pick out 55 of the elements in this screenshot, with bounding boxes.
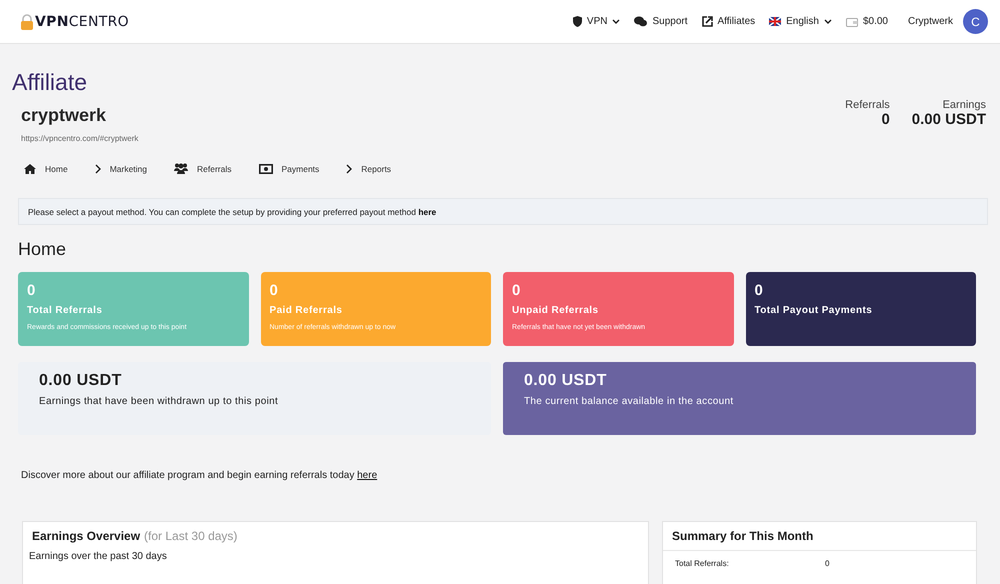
tab[interactable]: Reports bbox=[346, 163, 392, 174]
discover-link[interactable]: here bbox=[357, 470, 378, 481]
panel-title: Summary for This Month bbox=[672, 529, 814, 543]
card-title: Total Referrals bbox=[27, 305, 104, 316]
stat-label: Referrals bbox=[845, 99, 890, 111]
stat-value: 0 bbox=[880, 111, 890, 128]
panel-subtitle: (for Last 30 days) bbox=[144, 529, 238, 543]
discover-text: Discover more about our affiliate program and begin earning referrals today here bbox=[21, 470, 378, 481]
panel-title: Earnings Overview bbox=[32, 529, 140, 543]
card-value: 0 bbox=[27, 282, 36, 299]
card-value: 0 bbox=[754, 282, 764, 299]
balance-value: 0.00 USDT bbox=[39, 372, 123, 390]
profile-url: https://vpncentro.com/#cryptwerk bbox=[21, 134, 138, 143]
nav-link[interactable]: VPN bbox=[572, 16, 620, 27]
summary-value: 0 bbox=[825, 559, 830, 568]
notice-text: Please select a payout method. You can complete the setup by providing your preferred payout method here bbox=[28, 206, 436, 216]
tab[interactable]: Payments bbox=[258, 163, 320, 174]
nav-link[interactable]: Affiliates bbox=[702, 16, 756, 27]
card-title: Unpaid Referrals bbox=[512, 305, 600, 316]
shield-icon bbox=[572, 16, 582, 27]
chevron-icon bbox=[346, 164, 352, 174]
balance-note: The current balance available in the account bbox=[524, 396, 734, 407]
balance-value: 0.00 USDT bbox=[524, 372, 608, 390]
balance-note: Earnings that have been withdrawn up to this point bbox=[39, 396, 280, 407]
logo-text: CENTRO bbox=[68, 14, 129, 30]
flag-icon bbox=[769, 17, 782, 26]
tab[interactable]: Referrals bbox=[174, 163, 232, 174]
share-icon bbox=[702, 16, 713, 27]
card-title: Paid Referrals bbox=[270, 305, 344, 316]
card-value: 0 bbox=[270, 282, 279, 299]
users-icon bbox=[174, 163, 188, 174]
summary-label: Total Referrals: bbox=[675, 559, 730, 568]
chart-caption: Earnings over the past 30 days bbox=[28, 550, 168, 563]
padlock-icon bbox=[20, 14, 34, 30]
user-name[interactable]: Cryptwerk bbox=[908, 16, 953, 27]
notice-link[interactable]: here bbox=[418, 206, 436, 216]
banknote-icon bbox=[258, 164, 272, 174]
nav-link[interactable]: Support bbox=[634, 16, 688, 27]
page-title: Affiliate bbox=[12, 68, 88, 96]
nav-link[interactable]: English bbox=[769, 16, 832, 27]
home-icon bbox=[24, 164, 36, 174]
card-title: Total Payout Payments bbox=[754, 305, 874, 316]
tab[interactable]: Home bbox=[24, 163, 68, 174]
section-title: Home bbox=[18, 238, 68, 260]
stat-value: 0.00 USDT bbox=[912, 111, 986, 128]
tab[interactable]: Marketing bbox=[94, 163, 148, 174]
stat-label: Earnings bbox=[942, 99, 986, 111]
logo-text: VPN bbox=[35, 14, 69, 30]
chat-icon bbox=[634, 16, 648, 27]
chevron-icon bbox=[94, 164, 101, 174]
avatar[interactable]: C bbox=[963, 9, 988, 34]
wallet-icon bbox=[846, 16, 858, 26]
profile-name: cryptwerk bbox=[21, 105, 108, 126]
card-value: 0 bbox=[512, 282, 522, 299]
nav-link[interactable]: $0.00 bbox=[846, 16, 888, 27]
